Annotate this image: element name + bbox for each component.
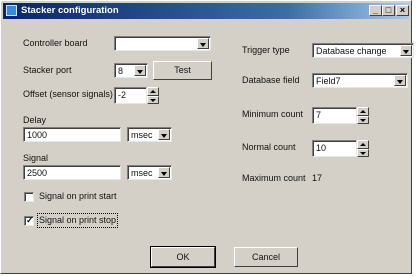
minimum-count-input[interactable]: 7 [312,107,357,124]
spin-down-icon[interactable] [357,148,369,157]
chevron-down-icon[interactable] [158,129,170,140]
close-button[interactable]: × [396,5,409,16]
signal-value: 2500 [27,168,48,178]
database-field-label: Database field [242,75,300,85]
database-field-select[interactable]: Field7 [312,73,408,88]
minimum-count-value: 7 [316,110,322,120]
offset-input[interactable]: -2 [114,87,147,104]
test-button[interactable]: Test [153,61,212,80]
cancel-button[interactable]: Cancel [234,247,298,267]
spin-up-icon[interactable] [357,140,369,149]
offset-label: Offset (sensor signals) [23,89,113,99]
chevron-down-icon[interactable] [158,167,170,178]
spin-up-icon[interactable] [147,87,159,96]
spin-down-icon[interactable] [357,115,369,124]
signal-on-print-stop-checkbox[interactable]: ✓ [24,215,34,226]
spin-up-icon[interactable] [357,107,369,116]
minimum-count-spinner[interactable] [357,107,369,124]
stacker-configuration-dialog: Stacker configuration _ □ × Controller b… [0,0,414,274]
check-mark-icon: ✓ [26,215,34,225]
trigger-type-label: Trigger type [242,45,290,55]
delay-input[interactable]: 1000 [23,127,121,142]
title-bar[interactable]: Stacker configuration _ □ × [3,3,409,19]
signal-unit-select[interactable]: msec [127,165,172,180]
signal-on-print-start-label[interactable]: Signal on print start [39,191,117,202]
stacker-port-label: Stacker port [23,65,72,75]
controller-board-label: Controller board [23,38,88,48]
restore-button[interactable]: □ [382,5,395,16]
maximum-count-value: 17 [312,173,323,183]
chevron-down-icon[interactable] [197,38,209,49]
offset-value: -2 [118,90,127,100]
minimum-count-label: Minimum count [242,109,304,119]
minimize-button[interactable]: _ [369,5,382,16]
stacker-port-value: 8 [118,66,124,76]
signal-on-print-stop-label[interactable]: Signal on print stop [36,213,119,228]
trigger-type-select[interactable]: Database change [312,43,414,58]
chevron-down-icon[interactable] [394,75,406,86]
chevron-down-icon[interactable] [400,45,412,56]
stacker-port-select[interactable]: 8 [114,63,148,78]
delay-value: 1000 [27,130,48,140]
spin-down-icon[interactable] [147,95,159,104]
maximum-count-label: Maximum count [242,173,306,183]
offset-spinner[interactable] [147,87,159,104]
controller-board-select[interactable] [114,36,211,51]
normal-count-input[interactable]: 10 [312,140,357,157]
database-field-value: Field7 [316,76,341,86]
delay-label: Delay [23,115,47,125]
normal-count-label: Normal count [242,142,296,152]
normal-count-spinner[interactable] [357,140,369,157]
chevron-down-icon[interactable] [134,65,146,76]
delay-unit-select[interactable]: msec [127,127,172,142]
trigger-type-value: Database change [316,46,387,56]
signal-label: Signal [23,153,49,163]
window-title: Stacker configuration [21,5,119,16]
delay-unit-value: msec [131,130,153,140]
signal-on-print-start-checkbox[interactable] [24,192,34,202]
normal-count-value: 10 [316,143,327,153]
ok-button[interactable]: OK [150,246,216,268]
app-icon [6,5,17,16]
signal-input[interactable]: 2500 [23,165,121,180]
signal-unit-value: msec [131,168,153,178]
